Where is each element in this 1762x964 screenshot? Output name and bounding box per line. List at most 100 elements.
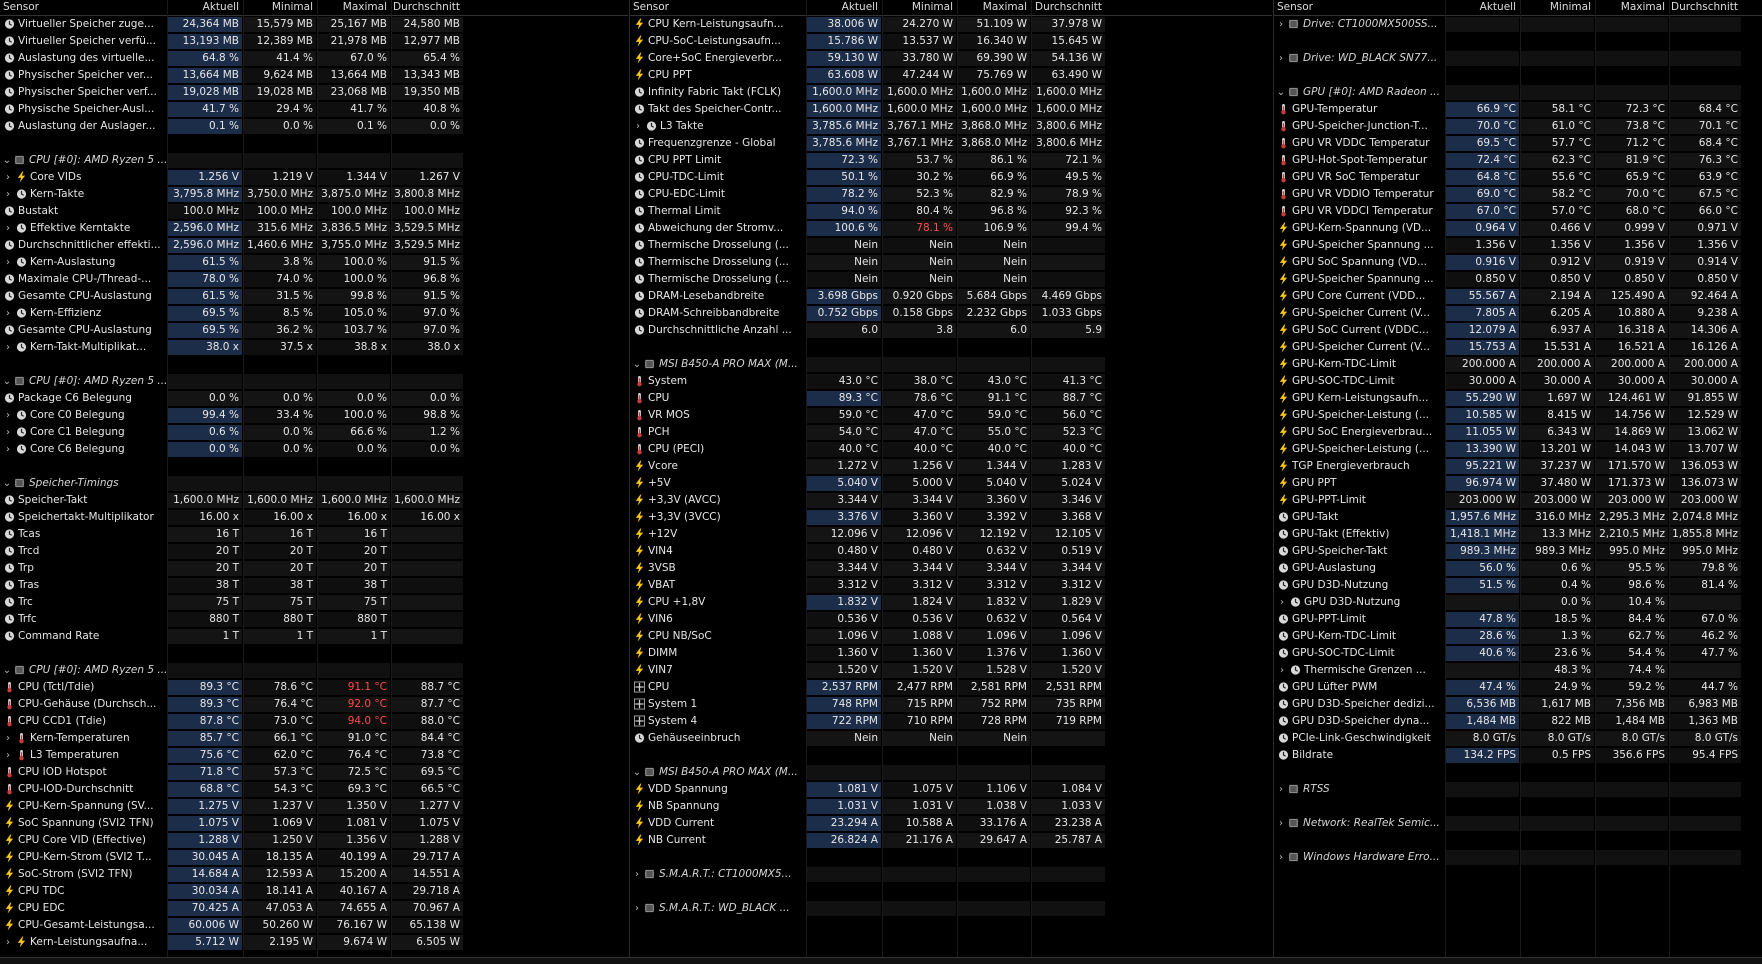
header-value-avg[interactable]: Durchschnitt — [1032, 0, 1102, 15]
sensor-row[interactable]: Virtueller Speicher zuge... 24,364 MB 15,5… — [0, 16, 628, 33]
expand-icon[interactable]: › — [3, 407, 13, 424]
sensor-row[interactable]: TGP Energieverbrauch 95.221 W 37.237 W 171.… — [1274, 458, 1762, 475]
sensor-group-row[interactable]: › Windows Hardware Erro... — [1274, 849, 1762, 866]
header-value-max[interactable]: Maximal — [318, 0, 387, 15]
sensor-row[interactable]: › Thermische Grenzen ... 48.3 % 74.4 % — [1274, 662, 1762, 679]
sensor-group-row[interactable]: ⌄ Speicher-Timings — [0, 475, 628, 492]
sensor-group-row[interactable]: › Drive: WD_BLACK SN77... — [1274, 50, 1762, 67]
sensor-row[interactable]: Physischer Speicher verf... 19,028 MB 19,0… — [0, 84, 628, 101]
sensor-row[interactable]: CPU (Tctl/Tdie) 89.3 °C 78.6 °C 91.1 °C 88.7… — [0, 679, 628, 696]
sensor-row[interactable]: CPU Core VID (Effective) 1.288 V 1.250 V 1.… — [0, 832, 628, 849]
sensor-row[interactable]: CPU PPT 63.608 W 47.244 W 75.769 W 63.490 W — [630, 67, 1272, 84]
header-value-min[interactable]: Minimal — [1521, 0, 1591, 15]
sensor-group-row[interactable]: ⌄ MSI B450-A PRO MAX (M... — [630, 356, 1272, 373]
sensor-row[interactable]: GPU PPT 96.974 W 37.480 W 171.373 W 136.073 … — [1274, 475, 1762, 492]
expand-icon[interactable]: › — [1276, 815, 1286, 832]
sensor-row[interactable]: GPU-Kern-TDC-Limit 28.6 % 1.3 % 62.7 % 46.2 … — [1274, 628, 1762, 645]
sensor-row[interactable]: › L3 Takte 3,785.6 MHz 3,767.1 MHz 3,868.0 M… — [630, 118, 1272, 135]
header-value-current[interactable]: Aktuell — [168, 0, 239, 15]
sensor-row[interactable]: NB Spannung 1.031 V 1.031 V 1.038 V 1.033 V — [630, 798, 1272, 815]
sensor-row[interactable]: DIMM 1.360 V 1.360 V 1.376 V 1.360 V — [630, 645, 1272, 662]
sensor-row[interactable]: System 43.0 °C 38.0 °C 43.0 °C 41.3 °C — [630, 373, 1272, 390]
sensor-row[interactable]: Trcd 20 T 20 T 20 T — [0, 543, 628, 560]
expand-icon[interactable]: › — [3, 441, 13, 458]
sensor-row[interactable]: GPU D3D-Speicher dedizi... 6,536 MB 1,617 … — [1274, 696, 1762, 713]
sensor-row[interactable]: Thermische Drosselung (... Nein Nein Nein — [630, 237, 1272, 254]
sensor-row[interactable]: › Kern-Auslastung 61.5 % 3.8 % 100.0 % 91.5 % — [0, 254, 628, 271]
sensor-row[interactable]: GPU Lüfter PWM 47.4 % 24.9 % 59.2 % 44.7 % — [1274, 679, 1762, 696]
sensor-group-row[interactable]: ⌄ CPU [#0]: AMD Ryzen 5 ... — [0, 373, 628, 390]
collapse-icon[interactable]: ⌄ — [2, 373, 12, 390]
sensor-row[interactable]: › L3 Temperaturen 75.6 °C 62.0 °C 76.4 °C 73.… — [0, 747, 628, 764]
sensor-row[interactable]: Speicher-Takt 1,600.0 MHz 1,600.0 MHz 1,600… — [0, 492, 628, 509]
collapse-icon[interactable]: ⌄ — [632, 764, 642, 781]
sensor-row[interactable]: Gesamte CPU-Auslastung 61.5 % 31.5 % 99.8 %… — [0, 288, 628, 305]
sensor-row[interactable]: GPU-Kern-TDC-Limit 200.000 A 200.000 A 200.… — [1274, 356, 1762, 373]
sensor-row[interactable]: CPU Kern-Leistungsaufn... 38.006 W 24.270 … — [630, 16, 1272, 33]
sensor-row[interactable]: +12V 12.096 V 12.096 V 12.192 V 12.105 V — [630, 526, 1272, 543]
expand-icon[interactable]: › — [3, 730, 13, 747]
sensor-row[interactable]: GPU D3D-Nutzung 51.5 % 0.4 % 98.6 % 81.4 % — [1274, 577, 1762, 594]
sensor-row[interactable]: GPU-Speicher-Junction-T... 70.0 °C 61.0 °C… — [1274, 118, 1762, 135]
column-header[interactable]: Sensor Aktuell Minimal Maximal Durchschnitt — [0, 0, 628, 16]
sensor-row[interactable]: Tras 38 T 38 T 38 T — [0, 577, 628, 594]
sensor-row[interactable]: System 1 748 RPM 715 RPM 752 RPM 735 RPM — [630, 696, 1272, 713]
sensor-row[interactable]: VDD Current 23.294 A 10.588 A 33.176 A 23.23… — [630, 815, 1272, 832]
sensor-row[interactable]: GPU-Takt 1,957.6 MHz 316.0 MHz 2,295.3 MHz 2… — [1274, 509, 1762, 526]
sensor-row[interactable]: Speichertakt-Multiplikator 16.00 x 16.00 x… — [0, 509, 628, 526]
sensor-row[interactable]: PCH 54.0 °C 47.0 °C 55.0 °C 52.3 °C — [630, 424, 1272, 441]
sensor-row[interactable]: Tcas 16 T 16 T 16 T — [0, 526, 628, 543]
sensor-row[interactable]: Maximale CPU-/Thread-... 78.0 % 74.0 % 100.… — [0, 271, 628, 288]
expand-icon[interactable]: › — [3, 169, 13, 186]
sensor-row[interactable]: CPU IOD Hotspot 71.8 °C 57.3 °C 72.5 °C 69.5… — [0, 764, 628, 781]
expand-icon[interactable]: › — [1277, 662, 1287, 679]
sensor-row[interactable]: GPU-PPT-Limit 203.000 W 203.000 W 203.000 W… — [1274, 492, 1762, 509]
sensor-row[interactable]: › Core C6 Belegung 0.0 % 0.0 % 0.0 % 0.0 % — [0, 441, 628, 458]
sensor-row[interactable]: DRAM-Lesebandbreite 3.698 Gbps 0.920 Gbps 5… — [630, 288, 1272, 305]
sensor-group-row[interactable]: ⌄ GPU [#0]: AMD Radeon ... — [1274, 84, 1762, 101]
sensor-row[interactable]: CPU-Gesamt-Leistungsa... 60.006 W 50.260 W… — [0, 917, 628, 934]
sensor-row[interactable]: Infinity Fabric Takt (FCLK) 1,600.0 MHz 1,… — [630, 84, 1272, 101]
sensor-row[interactable]: GPU SoC Energieverbrau... 11.055 W 6.343 W… — [1274, 424, 1762, 441]
sensor-row[interactable]: GPU VR SoC Temperatur 64.8 °C 55.6 °C 65.9 … — [1274, 169, 1762, 186]
sensor-row[interactable]: VR MOS 59.0 °C 47.0 °C 59.0 °C 56.0 °C — [630, 407, 1272, 424]
sensor-row[interactable]: GPU-Speicher Spannung ... 1.356 V 1.356 V1… — [1274, 237, 1762, 254]
sensor-row[interactable]: Durchschnittliche Anzahl ... 6.0 3.8 6.0 5.9 — [630, 322, 1272, 339]
sensor-row[interactable]: › Core VIDs 1.256 V 1.219 V 1.344 V 1.267 V — [0, 169, 628, 186]
expand-icon[interactable]: › — [3, 305, 13, 322]
sensor-group-row[interactable]: ⌄ CPU [#0]: AMD Ryzen 5 ... — [0, 152, 628, 169]
sensor-row[interactable]: › Kern-Leistungsaufna... 5.712 W 2.195 W 9.6… — [0, 934, 628, 951]
sensor-row[interactable]: Thermal Limit 94.0 % 80.4 % 96.8 % 92.3 % — [630, 203, 1272, 220]
sensor-row[interactable]: GPU SoC Spannung (VD... 0.916 V 0.912 V 0.9… — [1274, 254, 1762, 271]
sensor-row[interactable]: SoC Spannung (SVI2 TFN) 1.075 V 1.069 V 1.0… — [0, 815, 628, 832]
sensor-row[interactable]: CPU +1,8V 1.832 V 1.824 V 1.832 V 1.829 V — [630, 594, 1272, 611]
sensor-row[interactable]: GPU Kern-Leistungsaufn... 55.290 W 1.697 W… — [1274, 390, 1762, 407]
sensor-row[interactable]: Takt des Speicher-Contr... 1,600.0 MHz 1,6… — [630, 101, 1272, 118]
sensor-row[interactable]: CPU PPT Limit 72.3 % 53.7 % 86.1 % 72.1 % — [630, 152, 1272, 169]
sensor-row[interactable]: CPU-Gehäuse (Durchsch... 89.3 °C 76.4 °C 92… — [0, 696, 628, 713]
sensor-row[interactable]: GPU VR VDDC Temperatur 69.5 °C 57.7 °C 71.2… — [1274, 135, 1762, 152]
sensor-group-row[interactable]: › S.M.A.R.T.: CT1000MX5... — [630, 866, 1272, 883]
sensor-row[interactable]: Durchschnittlicher effekti... 2,596.0 MHz… — [0, 237, 628, 254]
sensor-row[interactable]: System 4 722 RPM 710 RPM 728 RPM 719 RPM — [630, 713, 1272, 730]
sensor-row[interactable]: CPU 2,537 RPM 2,477 RPM 2,581 RPM 2,531 RPM — [630, 679, 1272, 696]
expand-icon[interactable]: › — [3, 747, 13, 764]
collapse-icon[interactable]: ⌄ — [632, 356, 642, 373]
sensor-row[interactable]: Abweichung der Stromv... 100.6 % 78.1 % 106… — [630, 220, 1272, 237]
sensor-row[interactable]: +3,3V (AVCC) 3.344 V 3.344 V 3.360 V 3.346 V — [630, 492, 1272, 509]
sensor-row[interactable]: GPU Core Current (VDD... 55.567 A 2.194 A1… — [1274, 288, 1762, 305]
column-header[interactable]: Sensor Aktuell Minimal Maximal Durchschnitt — [1274, 0, 1762, 16]
sensor-row[interactable]: Gesamte CPU-Auslastung 69.5 % 36.2 % 103.7 … — [0, 322, 628, 339]
sensor-row[interactable]: +3,3V (3VCC) 3.376 V 3.360 V 3.392 V 3.368 V — [630, 509, 1272, 526]
sensor-row[interactable]: GPU-Speicher Current (V... 7.805 A 6.205 A… — [1274, 305, 1762, 322]
sensor-row[interactable]: GPU-SOC-TDC-Limit 40.6 % 23.6 % 54.4 % 47.7 … — [1274, 645, 1762, 662]
sensor-row[interactable]: › Effektive Kerntakte 2,596.0 MHz 315.6 MHz… — [0, 220, 628, 237]
collapse-icon[interactable]: ⌄ — [2, 662, 12, 679]
expand-icon[interactable]: › — [3, 186, 13, 203]
expand-icon[interactable]: › — [3, 220, 13, 237]
column-header[interactable]: Sensor Aktuell Minimal Maximal Durchschnitt — [630, 0, 1272, 16]
sensor-row[interactable]: NB Current 26.824 A 21.176 A 29.647 A 25.787… — [630, 832, 1272, 849]
sensor-row[interactable]: › Kern-Temperaturen 85.7 °C 66.1 °C 91.0 °C 8… — [0, 730, 628, 747]
sensor-group-row[interactable]: ⌄ MSI B450-A PRO MAX (M... — [630, 764, 1272, 781]
sensor-row[interactable]: DRAM-Schreibbandbreite 0.752 Gbps 0.158 Gb… — [630, 305, 1272, 322]
